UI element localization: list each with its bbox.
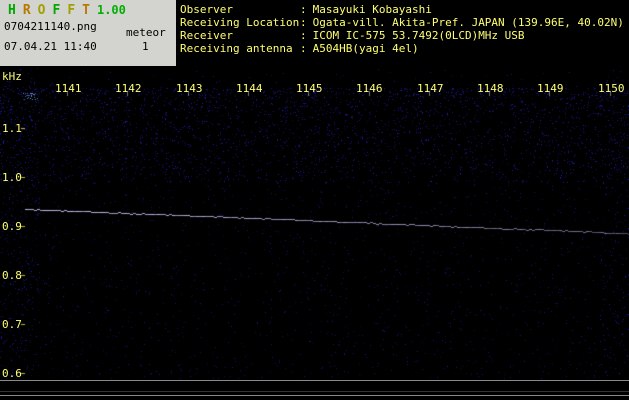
output-filename: 0704211140.png <box>4 20 97 33</box>
info-label: Observer <box>180 3 233 16</box>
freq-axis-unit: kHz <box>2 70 22 83</box>
freq-axis-label: 0.6 <box>2 367 22 380</box>
app-title: H R O F F T 1.00 <box>8 3 126 18</box>
time-axis-label: 1146 <box>356 82 383 95</box>
info-value: ICOM IC-575 53.7492(0LCD)MHz USB <box>312 29 525 42</box>
time-axis-label: 1145 <box>296 82 323 95</box>
info-value: A504HB(yagi 4el) <box>312 42 419 55</box>
spectrogram-canvas <box>0 68 629 400</box>
info-colon: : <box>300 42 307 55</box>
info-colon: : <box>300 16 307 29</box>
title-letter: F <box>67 3 76 18</box>
info-label: Receiver <box>180 29 233 42</box>
freq-axis-label: 1.0 <box>2 171 22 184</box>
mode-label: meteor <box>126 26 166 39</box>
info-row: Receiving antenna: A504HB(yagi 4el) <box>180 42 624 55</box>
info-colon: : <box>300 3 307 16</box>
app-version: 1.00 <box>96 3 126 17</box>
time-axis-label: 1147 <box>417 82 444 95</box>
info-row: Receiver: ICOM IC-575 53.7492(0LCD)MHz US… <box>180 29 624 42</box>
title-letter: R <box>22 3 31 18</box>
title-letter: T <box>82 3 90 18</box>
info-row: Receiving Location: Ogata-vill. Akita-Pre… <box>180 16 624 29</box>
time-axis-label: 1144 <box>236 82 263 95</box>
time-axis-label: 1141 <box>55 82 82 95</box>
title-letter: O <box>37 3 46 18</box>
time-axis-label: 1143 <box>176 82 203 95</box>
info-colon: : <box>300 29 307 42</box>
time-axis-label: 1142 <box>115 82 142 95</box>
info-value: Ogata-vill. Akita-Pref. JAPAN (139.96E, … <box>312 16 624 29</box>
info-value: Masayuki Kobayashi <box>312 3 432 16</box>
freq-axis-label: 1.1 <box>2 122 22 135</box>
time-axis-label: 1149 <box>537 82 564 95</box>
hrofft-window: H R O F F T 1.00 0704211140.png meteor 07.04.2… <box>0 0 629 400</box>
info-row: Observer: Masayuki Kobayashi <box>180 3 624 16</box>
app-header: H R O F F T 1.00 0704211140.png meteor 07.04.2… <box>0 0 176 66</box>
time-axis-label: 1148 <box>477 82 504 95</box>
signal-level-strip <box>0 380 629 396</box>
freq-axis-label: 0.8 <box>2 269 22 282</box>
signal-level-trace <box>0 391 629 392</box>
title-letter: H <box>8 3 16 18</box>
info-label: Receiving Location <box>180 16 300 29</box>
timestamp: 07.04.21 11:40 <box>4 40 97 53</box>
time-axis-label: 1150 <box>598 82 625 95</box>
info-label: Receiving antenna <box>180 42 293 55</box>
count-value: 1 <box>142 40 149 53</box>
station-info: Observer: Masayuki Kobayashi Receiving Lo… <box>180 3 624 55</box>
freq-axis-label: 0.7 <box>2 318 22 331</box>
freq-axis-label: 0.9 <box>2 220 22 233</box>
title-letter: F <box>52 3 61 18</box>
